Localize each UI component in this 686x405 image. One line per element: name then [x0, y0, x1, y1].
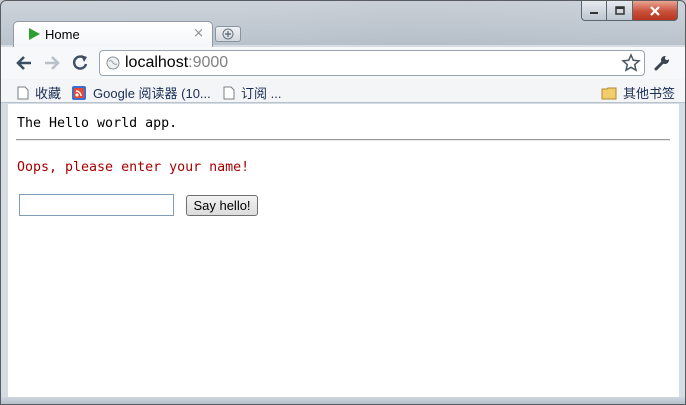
say-hello-button[interactable]: Say hello!: [186, 195, 258, 216]
play-icon: [29, 28, 40, 40]
address-bar[interactable]: localhost:9000: [99, 50, 645, 76]
reload-icon: [73, 55, 88, 70]
name-input[interactable]: [19, 194, 174, 216]
window-bottom-frame: [1, 397, 685, 404]
toolbar: localhost:9000: [1, 47, 685, 79]
url-text: localhost:9000: [125, 54, 228, 72]
back-arrow-icon: [16, 56, 31, 70]
folder-icon: [601, 87, 617, 99]
bookmark-label: 收藏: [35, 86, 62, 101]
other-bookmarks[interactable]: 其他书签: [601, 83, 675, 102]
page-icon: [17, 86, 29, 99]
bookmarks-bar: 收藏 Google 阅读器 (10... 订阅 ... 其他书签: [1, 79, 685, 103]
star-icon[interactable]: [621, 53, 641, 73]
bookmark-item[interactable]: Google 阅读器 (10...: [71, 83, 211, 102]
close-window-button[interactable]: [633, 1, 678, 21]
tab-home[interactable]: Home ×: [13, 21, 213, 47]
forward-arrow-icon: [45, 56, 60, 70]
forward-button[interactable]: [41, 52, 63, 74]
minimize-button[interactable]: [581, 1, 607, 21]
error-message: Oops, please enter your name!: [17, 160, 250, 175]
bookmark-label: 订阅 ...: [241, 86, 282, 101]
page-icon: [223, 86, 235, 99]
google-reader-icon: [72, 85, 86, 100]
close-icon: [650, 5, 660, 16]
new-tab-icon: [222, 28, 234, 40]
browser-window: Home × localhost:9000 收藏 Google 阅读器 (10.…: [0, 0, 686, 405]
back-button[interactable]: [13, 52, 35, 74]
tab-close-icon[interactable]: ×: [193, 26, 204, 41]
wrench-icon[interactable]: [652, 53, 672, 73]
other-bookmarks-label: 其他书签: [623, 86, 676, 101]
app-heading: The Hello world app.: [17, 116, 178, 131]
globe-icon: [106, 56, 120, 70]
page-content: The Hello world app. Oops, please enter …: [8, 104, 679, 397]
bookmark-item[interactable]: 收藏: [17, 83, 61, 102]
maximize-icon: [614, 5, 625, 15]
url-host: localhost: [125, 54, 189, 71]
bookmark-label: Google 阅读器 (10...: [93, 86, 211, 101]
new-tab-button[interactable]: [215, 26, 241, 42]
minimize-icon: [590, 11, 598, 14]
caption-buttons: [581, 1, 678, 21]
maximize-button[interactable]: [607, 1, 633, 21]
bookmark-item[interactable]: 订阅 ...: [223, 83, 281, 102]
tab-title: Home: [45, 27, 80, 42]
url-port: :9000: [188, 54, 229, 71]
reload-button[interactable]: [69, 52, 91, 74]
divider: [16, 139, 670, 141]
